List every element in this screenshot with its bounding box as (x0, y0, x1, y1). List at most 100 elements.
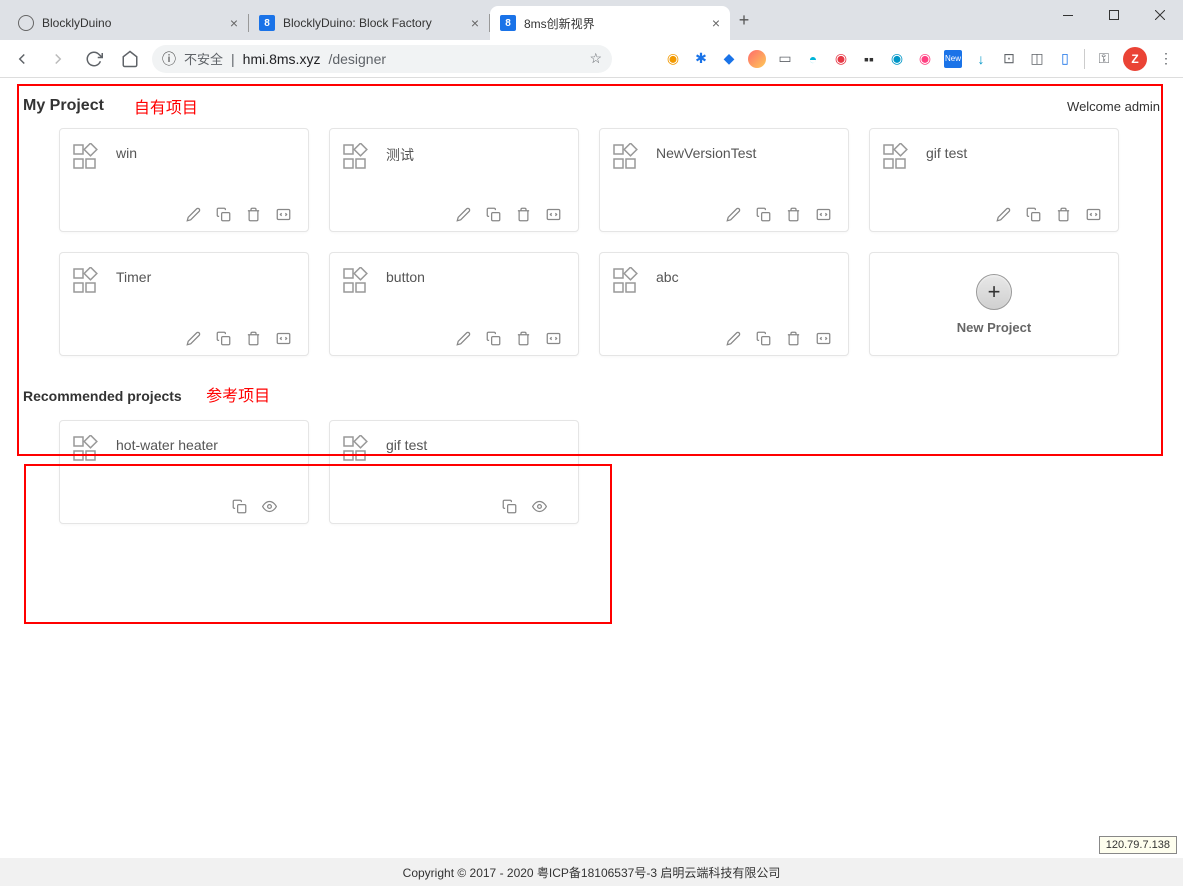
edit-icon[interactable] (726, 207, 742, 223)
projects-grid: win 测试 NewVersionTest (15, 128, 1168, 356)
ext-icon[interactable]: ✱ (692, 50, 710, 68)
preview-icon[interactable] (262, 499, 278, 515)
ext-icon[interactable]: ◓ (804, 50, 822, 68)
my-project-header: My Project 自有项目 Welcome admin (15, 88, 1168, 128)
edit-icon[interactable] (726, 331, 742, 347)
code-icon[interactable] (546, 331, 562, 347)
delete-icon[interactable] (786, 207, 802, 223)
project-card[interactable]: abc (599, 252, 849, 356)
back-button[interactable] (8, 45, 36, 73)
close-icon[interactable]: × (230, 15, 238, 31)
edit-icon[interactable] (186, 207, 202, 223)
edit-icon[interactable] (186, 331, 202, 347)
ext-icon[interactable]: ▯ (1056, 50, 1074, 68)
edit-icon[interactable] (456, 331, 472, 347)
app-icon (342, 435, 372, 465)
copy-icon[interactable] (486, 331, 502, 347)
code-icon[interactable] (276, 331, 292, 347)
delete-icon[interactable] (1056, 207, 1072, 223)
ext-icon[interactable]: ◉ (832, 50, 850, 68)
ext-icon[interactable] (748, 50, 766, 68)
tab-title: BlocklyDuino (42, 16, 111, 30)
tab-3[interactable]: 8 8ms创新视界 × (490, 6, 730, 40)
code-icon[interactable] (276, 207, 292, 223)
close-icon[interactable]: × (712, 15, 720, 31)
recommended-grid: hot-water heater gif test (23, 406, 1168, 524)
project-card[interactable]: 测试 (329, 128, 579, 232)
delete-icon[interactable] (786, 331, 802, 347)
copy-icon[interactable] (216, 207, 232, 223)
recommended-card[interactable]: hot-water heater (59, 420, 309, 524)
browser-titlebar: BlocklyDuino × 8 BlocklyDuino: Block Fac… (0, 0, 1183, 40)
copy-icon[interactable] (216, 331, 232, 347)
reload-button[interactable] (80, 45, 108, 73)
app-icon (612, 267, 642, 297)
download-icon[interactable]: ↓ (972, 50, 990, 68)
app-icon (342, 143, 372, 173)
copy-icon[interactable] (756, 331, 772, 347)
tab-title: BlocklyDuino: Block Factory (283, 16, 432, 30)
ext-icon[interactable]: ▪▪ (860, 50, 878, 68)
minimize-button[interactable] (1045, 0, 1091, 30)
window-controls (1045, 0, 1183, 30)
project-card[interactable]: win (59, 128, 309, 232)
delete-icon[interactable] (246, 207, 262, 223)
ext-icon[interactable]: ⊡ (1000, 50, 1018, 68)
url-input[interactable]: ⓘ 不安全 | hmi.8ms.xyz/designer ☆ (152, 45, 612, 73)
globe-icon (18, 15, 34, 31)
code-icon[interactable] (546, 207, 562, 223)
project-card[interactable]: gif test (869, 128, 1119, 232)
extension-icons: ◉ ✱ ◆ ▭ ◓ ◉ ▪▪ ◉ ◉ New ↓ ⊡ ◫ ▯ ⚿ Z ⋮ (664, 47, 1175, 71)
preview-icon[interactable] (532, 499, 548, 515)
copy-icon[interactable] (1026, 207, 1042, 223)
copyright-text: Copyright © 2017 - 2020 粤ICP备18106537号-3… (403, 864, 781, 881)
annotation-text: 自有项目 (134, 94, 198, 118)
key-icon[interactable]: ⚿ (1095, 50, 1113, 68)
ext-icon[interactable]: ◆ (720, 50, 738, 68)
menu-icon[interactable]: ⋮ (1157, 50, 1175, 68)
edit-icon[interactable] (456, 207, 472, 223)
close-window-button[interactable] (1137, 0, 1183, 30)
delete-icon[interactable] (516, 331, 532, 347)
code-icon[interactable] (816, 207, 832, 223)
home-button[interactable] (116, 45, 144, 73)
copy-icon[interactable] (486, 207, 502, 223)
profile-avatar[interactable]: Z (1123, 47, 1147, 71)
project-card[interactable]: button (329, 252, 579, 356)
bookmark-icon[interactable]: ☆ (589, 50, 602, 67)
copy-icon[interactable] (756, 207, 772, 223)
new-tab-button[interactable]: + (730, 6, 758, 34)
app-icon (72, 143, 102, 173)
code-icon[interactable] (1086, 207, 1102, 223)
ext-icon[interactable]: ◉ (888, 50, 906, 68)
project-card[interactable]: NewVersionTest (599, 128, 849, 232)
new-project-card[interactable]: + New Project (869, 252, 1119, 356)
project-name: 测试 (386, 143, 414, 165)
project-card[interactable]: Timer (59, 252, 309, 356)
app-icon (882, 143, 912, 173)
tab-1[interactable]: BlocklyDuino × (8, 6, 248, 40)
copy-icon[interactable] (502, 499, 518, 515)
delete-icon[interactable] (516, 207, 532, 223)
ext-icon[interactable]: ◉ (664, 50, 682, 68)
ext-icon[interactable]: ◉ (916, 50, 934, 68)
ext-new-badge[interactable]: New (944, 50, 962, 68)
code-icon[interactable] (816, 331, 832, 347)
project-name: NewVersionTest (656, 143, 756, 161)
ext-icon[interactable]: ◫ (1028, 50, 1046, 68)
forward-button[interactable] (44, 45, 72, 73)
ext-icon[interactable]: ▭ (776, 50, 794, 68)
close-icon[interactable]: × (471, 15, 479, 31)
recommended-card[interactable]: gif test (329, 420, 579, 524)
tab-strip: BlocklyDuino × 8 BlocklyDuino: Block Fac… (8, 6, 1045, 40)
maximize-button[interactable] (1091, 0, 1137, 30)
site-icon: 8 (500, 15, 516, 31)
edit-icon[interactable] (996, 207, 1012, 223)
url-path: /designer (328, 51, 386, 67)
delete-icon[interactable] (246, 331, 262, 347)
project-name: abc (656, 267, 679, 285)
tab-2[interactable]: 8 BlocklyDuino: Block Factory × (249, 6, 489, 40)
url-host: hmi.8ms.xyz (243, 51, 321, 67)
copy-icon[interactable] (232, 499, 248, 515)
annotation-text: 参考项目 (206, 388, 270, 405)
